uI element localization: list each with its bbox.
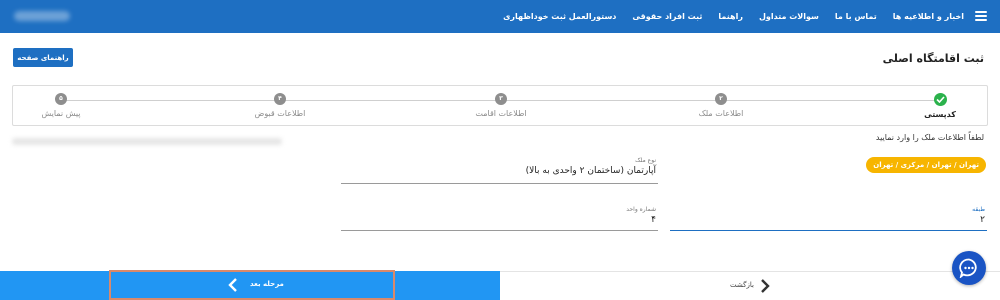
unit-number-field[interactable]: شماره واحد ۴ [341,206,658,231]
chevron-right-icon [760,278,770,298]
next-step-button[interactable]: مرحله بعد [0,271,500,300]
progress-stepper: کدپستی ۲ اطلاعات ملک ۳ اطلاعات اقامت ۴ ا… [12,85,988,126]
step-label: پیش نمایش [41,109,81,118]
step-bills-info: ۴ اطلاعات قبوض [225,93,335,118]
form-prompt: لطفاً اطلاعات ملک را وارد نمایید [875,133,984,142]
floor-label: طبقه [972,206,985,213]
chat-icon [959,258,977,278]
page-title: ثبت اقامتگاه اصلی [882,52,984,65]
back-label: بازگشت [730,281,754,289]
unit-number-value: ۴ [651,215,656,225]
top-navbar: اخبار و اطلاعیه ها تماس با ما سوالات متد… [0,0,1000,33]
step-number: ۵ [55,93,67,105]
nav-item-faq[interactable]: سوالات متداول [759,12,819,21]
nav-item-self-declaration-instructions[interactable]: دستورالعمل ثبت خوداظهاری [503,12,616,21]
nav-item-contact[interactable]: تماس با ما [835,12,877,21]
brand-logo[interactable] [14,11,70,21]
nav-item-guide[interactable]: راهنما [718,12,743,21]
step-residence-info: ۳ اطلاعات اقامت [446,93,556,118]
floor-field[interactable]: طبقه ۲ [670,206,987,231]
step-postal-code: کدپستی [885,93,995,119]
location-badge: تهران / تهران / مرکزی / تهران [866,157,986,173]
chat-support-button[interactable] [952,251,986,285]
property-type-value: آپارتمان (ساختمان ۲ واحدی به بالا) [525,166,656,176]
step-label: کدپستی [924,110,956,119]
nav-item-news[interactable]: اخبار و اطلاعیه ها [893,12,964,21]
step-number: ۴ [274,93,286,105]
check-icon [933,93,947,106]
next-step-label: مرحله بعد [250,280,284,288]
property-type-label: نوع ملک [635,157,656,164]
menu-icon[interactable] [975,11,987,21]
floor-value: ۲ [980,215,985,225]
step-preview: ۵ پیش نمایش [6,93,116,118]
step-number: ۲ [715,93,727,105]
main-nav: اخبار و اطلاعیه ها تماس با ما سوالات متد… [503,0,964,33]
back-button[interactable]: بازگشت [500,271,1000,300]
nav-item-legal-registration[interactable]: ثبت افراد حقوقی [632,12,702,21]
step-label: اطلاعات اقامت [475,109,527,118]
property-type-field[interactable]: نوع ملک آپارتمان (ساختمان ۲ واحدی به بال… [341,157,658,184]
chevron-left-icon [228,277,238,297]
step-label: اطلاعات ملک [698,109,744,118]
step-number: ۳ [495,93,507,105]
step-property-info: ۲ اطلاعات ملک [666,93,776,118]
page-guide-button[interactable]: راهنمای صفحه [13,48,73,67]
step-label: اطلاعات قبوض [254,109,306,118]
redacted-text [12,138,282,145]
unit-number-label: شماره واحد [626,206,656,213]
